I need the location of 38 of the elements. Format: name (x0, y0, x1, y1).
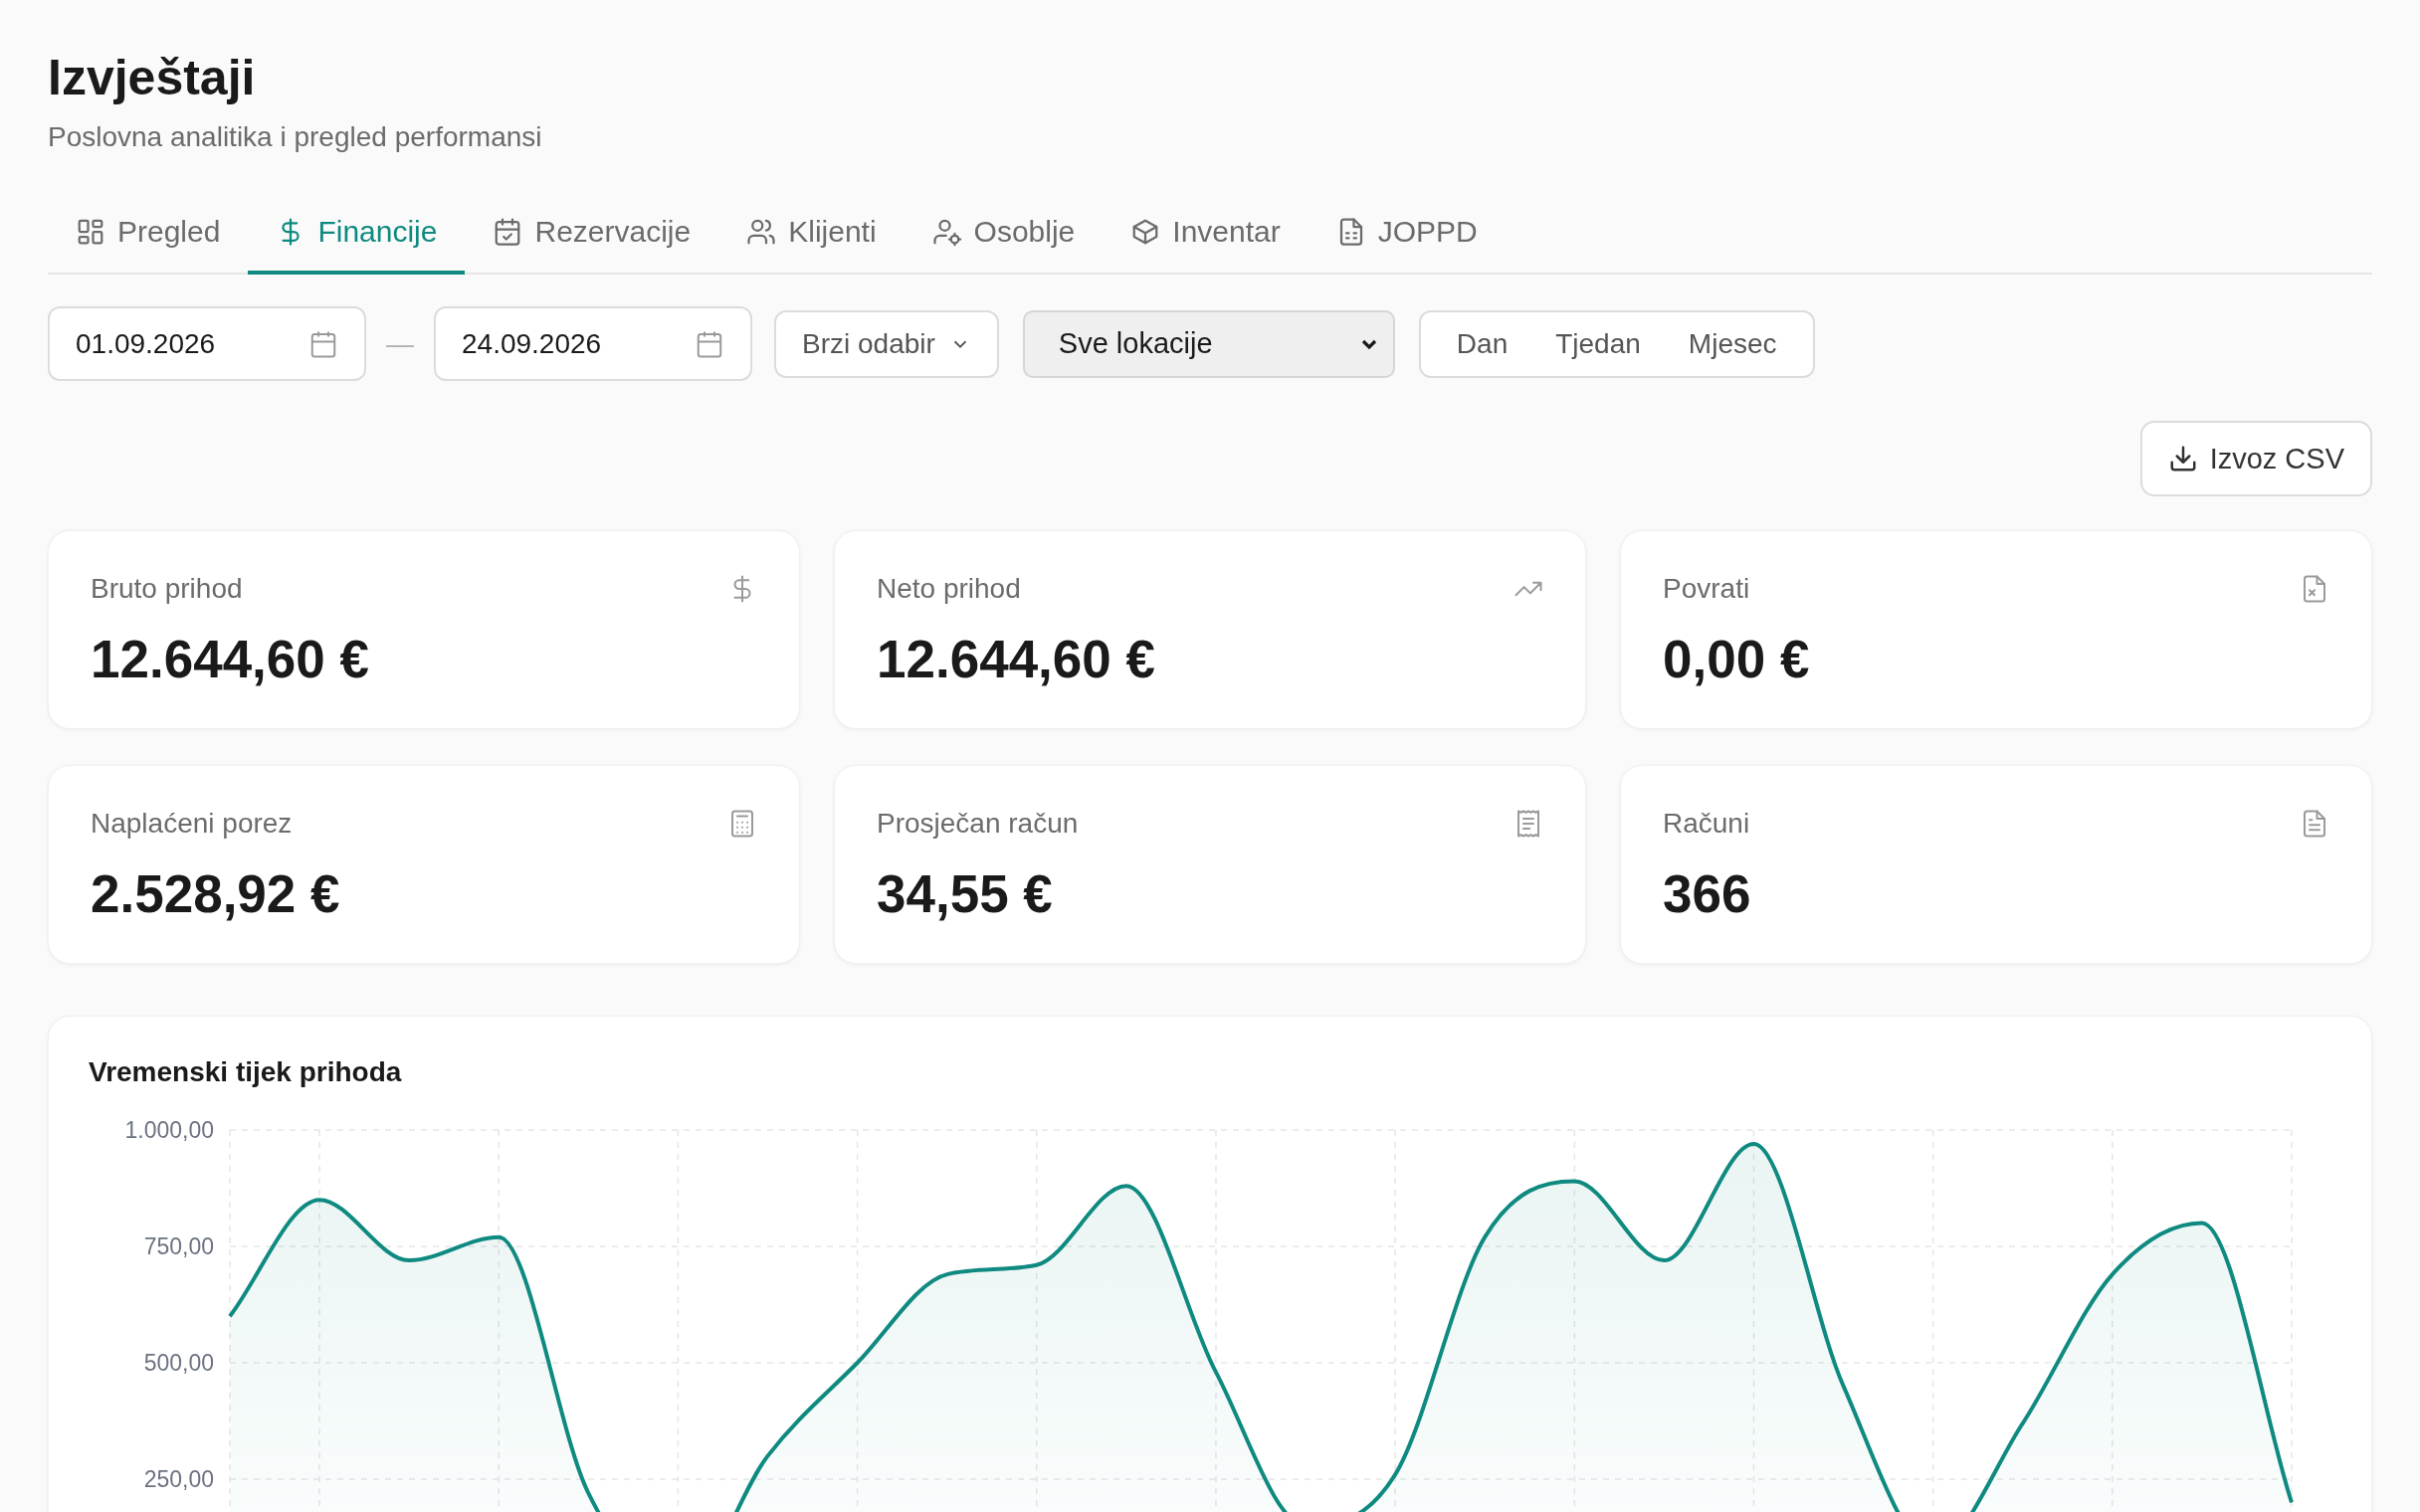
y-tick-label: 500,00 (143, 1350, 214, 1376)
stat-value: 34,55 € (877, 863, 1054, 924)
stat-value: 12.644,60 € (877, 629, 1156, 689)
period-option[interactable]: Dan (1444, 319, 1520, 368)
tab[interactable]: Rezervacije (465, 195, 719, 275)
stat-value: 2.528,92 € (91, 863, 341, 924)
quick-pick-dropdown[interactable]: Brzi odabir (774, 309, 999, 378)
y-tick-label: 1.000,00 (124, 1117, 214, 1143)
page-subtitle: Poslovna analitika i pregled performansi (48, 121, 543, 153)
period-option[interactable]: Tjedan (1543, 319, 1653, 368)
chart-title: Vremenski tijek prihoda (89, 1056, 403, 1088)
y-tick-label: 750,00 (143, 1233, 214, 1259)
period-option[interactable]: Mjesec (1676, 319, 1789, 368)
tab[interactable]: Pregled (48, 195, 249, 275)
date-field[interactable]: 24.09.2026 (434, 306, 752, 381)
tab[interactable]: Osoblje (904, 195, 1104, 275)
grid-icon (76, 217, 105, 247)
users-icon (746, 217, 777, 247)
stat-label: Računi (1663, 808, 1750, 840)
y-tick-label: 250,00 (143, 1466, 214, 1492)
stat-value: 0,00 € (1663, 629, 1811, 689)
stat-value: 12.644,60 € (91, 629, 370, 689)
stat-label: Naplaćeni porez (91, 808, 293, 840)
tab[interactable]: Klijenti (718, 195, 905, 275)
stat-value: 366 (1663, 863, 1752, 924)
stat-label: Prosječan račun (877, 808, 1079, 840)
export-button[interactable]: Izvoz CSV (2139, 421, 2372, 496)
page-title: Izvještaji (48, 49, 257, 107)
stat-label: Neto prihod (877, 573, 1021, 605)
date-field[interactable]: 01.09.2026 (48, 306, 366, 381)
tab[interactable]: JOPPD (1308, 195, 1506, 275)
location-select[interactable]: Sve lokacije (1022, 309, 1395, 378)
stat-label: Bruto prihod (91, 573, 243, 605)
range-separator: — (386, 327, 414, 360)
stat-label: Povrati (1663, 573, 1750, 605)
user-gear-icon (931, 217, 962, 247)
tab[interactable]: Inventar (1103, 195, 1309, 275)
tab[interactable]: Financije (248, 195, 466, 275)
